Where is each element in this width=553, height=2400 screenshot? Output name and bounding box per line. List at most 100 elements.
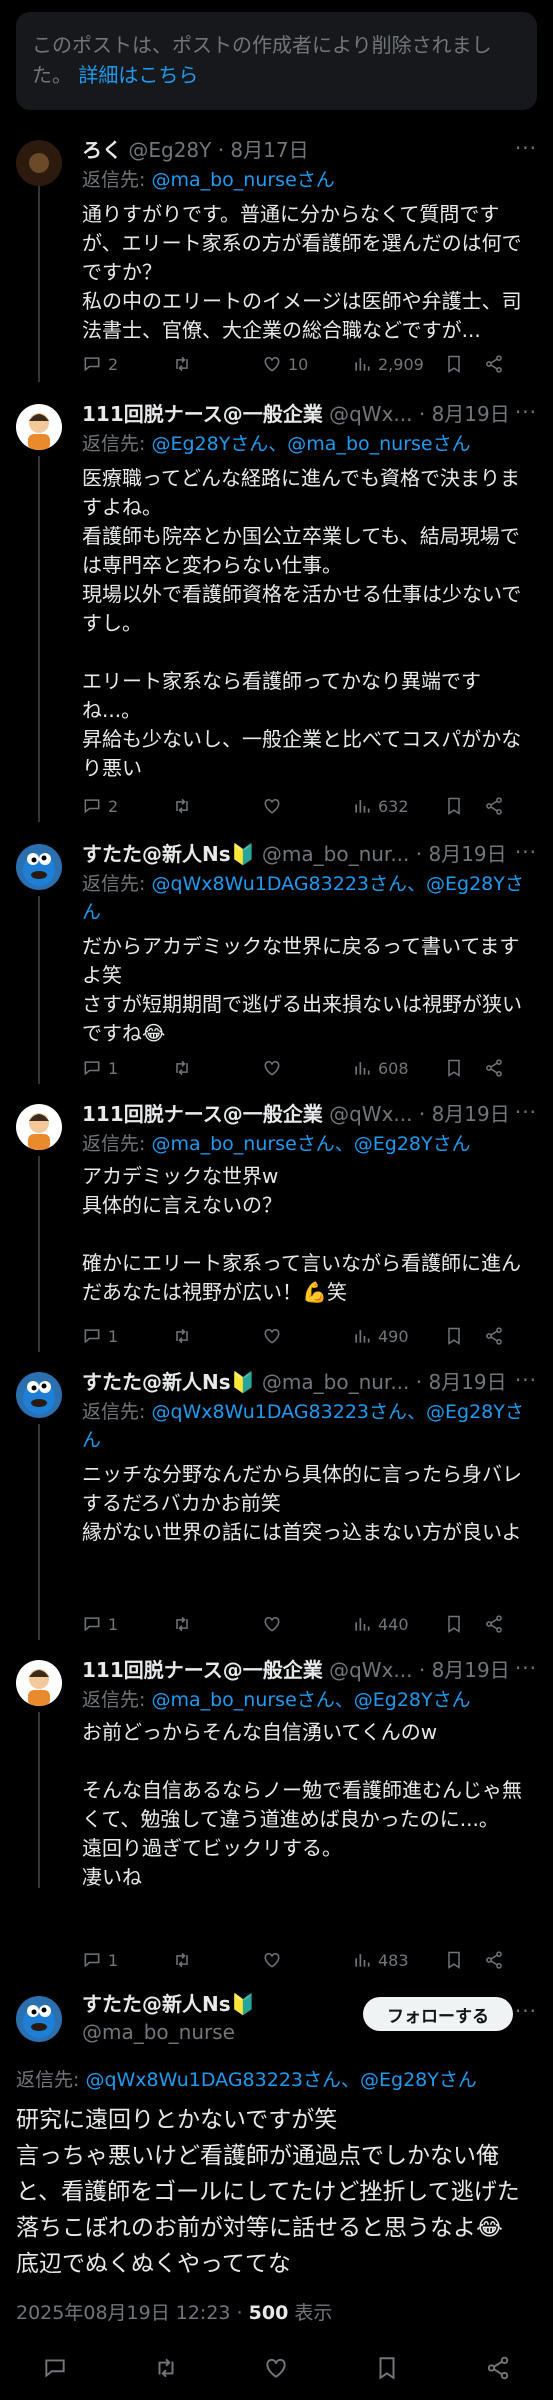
reply-button[interactable]: 1 — [82, 1058, 172, 1078]
share-button[interactable] — [484, 796, 504, 816]
reply-to: 返信先: @ma_bo_nurseさん、@Eg28Yさん — [82, 1686, 537, 1714]
date[interactable]: · 8月19日 — [419, 1102, 510, 1126]
retweet-button[interactable] — [172, 354, 262, 374]
display-name[interactable]: 111回脱ナース@一般企業 — [82, 1102, 323, 1126]
reply-button[interactable] — [42, 2355, 68, 2385]
handle[interactable]: @qWx... — [329, 1658, 412, 1682]
reply-count: 2 — [108, 796, 119, 816]
like-button[interactable] — [262, 1950, 352, 1970]
view-count: 490 — [378, 1326, 409, 1346]
reply-button[interactable]: 1 — [82, 1614, 172, 1634]
date[interactable]: · 8月19日 — [416, 842, 507, 866]
retweet-button[interactable] — [172, 1950, 262, 1970]
display-name[interactable]: すたた@新人Ns🔰 — [82, 1992, 256, 2016]
reply-button[interactable]: 1 — [82, 1326, 172, 1346]
share-button[interactable] — [484, 1950, 504, 1970]
like-button[interactable] — [262, 796, 352, 816]
reply-icon — [45, 2359, 65, 2378]
reply-prefix: 返信先: — [82, 1133, 152, 1155]
share-button[interactable] — [484, 1614, 504, 1634]
views-button[interactable]: 490 — [352, 1326, 444, 1346]
reply-to-link[interactable]: @ma_bo_nurseさん — [151, 169, 334, 191]
tweet-body: ニッチな分野なんだから具体的に言ったら身バレするだろバカかお前笑 縁がない世界の… — [82, 1462, 522, 1544]
bookmark-button[interactable] — [374, 2355, 400, 2385]
like-button[interactable] — [262, 1614, 352, 1634]
bookmark-button[interactable] — [444, 354, 484, 374]
bookmark-button[interactable] — [444, 1614, 484, 1634]
display-name[interactable]: ろく — [82, 138, 122, 162]
avatar[interactable] — [16, 1996, 62, 2042]
follow-button[interactable]: フォローする — [363, 1997, 513, 2031]
reply-button[interactable]: 2 — [82, 354, 172, 374]
heart-icon — [264, 798, 280, 814]
avatar[interactable] — [16, 1660, 62, 1706]
nurse-avatar-icon — [28, 1113, 50, 1150]
display-name[interactable]: すたた@新人Ns🔰 — [82, 1370, 256, 1394]
views-button[interactable]: 483 — [352, 1950, 444, 1970]
share-button[interactable] — [485, 2355, 511, 2385]
more-options-icon[interactable]: ··· — [515, 1656, 537, 1680]
share-button[interactable] — [484, 1326, 504, 1346]
retweet-button[interactable] — [172, 1058, 262, 1078]
retweet-button[interactable] — [153, 2355, 179, 2385]
date[interactable]: · 8月19日 — [419, 402, 510, 426]
retweet-icon — [176, 356, 188, 372]
more-options-icon[interactable]: ··· — [515, 1100, 537, 1124]
retweet-button[interactable] — [172, 1614, 262, 1634]
like-button[interactable] — [262, 1058, 352, 1078]
bookmark-button[interactable] — [444, 1326, 484, 1346]
share-button[interactable] — [484, 1058, 504, 1078]
share-button[interactable] — [484, 354, 504, 374]
views-button[interactable]: 2,909 — [352, 354, 444, 374]
avatar[interactable] — [16, 1104, 62, 1150]
views-button[interactable]: 632 — [352, 796, 444, 816]
bookmark-button[interactable] — [444, 1058, 484, 1078]
avatar[interactable] — [16, 404, 62, 450]
views-button[interactable]: 440 — [352, 1614, 444, 1634]
display-name[interactable]: 111回脱ナース@一般企業 — [82, 402, 323, 426]
reply-to-link[interactable]: @ma_bo_nurseさん、@Eg28Yさん — [151, 1689, 470, 1711]
handle[interactable]: @ma_bo_nur... — [262, 842, 409, 866]
date[interactable]: · 8月19日 — [416, 1370, 507, 1394]
reply-button[interactable]: 2 — [82, 796, 172, 816]
like-button[interactable]: 10 — [262, 354, 352, 374]
more-options-icon[interactable]: ··· — [515, 1368, 537, 1392]
like-button[interactable] — [262, 1326, 352, 1346]
handle[interactable]: @ma_bo_nurse — [82, 2020, 235, 2044]
handle[interactable]: @qWx... — [329, 1102, 412, 1126]
more-options-icon[interactable]: ··· — [515, 840, 537, 864]
avatar[interactable] — [16, 1372, 62, 1418]
more-options-icon[interactable]: ··· — [515, 1999, 537, 2023]
bookmark-button[interactable] — [444, 796, 484, 816]
date[interactable]: · 8月19日 — [419, 1658, 510, 1682]
avatar[interactable] — [16, 844, 62, 890]
display-name[interactable]: 111回脱ナース@一般企業 — [82, 1658, 323, 1682]
handle[interactable]: @ma_bo_nur... — [262, 1370, 409, 1394]
display-name[interactable]: すたた@新人Ns🔰 — [82, 842, 256, 866]
main-post-handle: @ma_bo_nurse — [82, 2018, 373, 2046]
handle[interactable]: @Eg28Y — [128, 138, 211, 162]
views-button[interactable]: 608 — [352, 1058, 444, 1078]
handle[interactable]: @qWx... — [329, 402, 412, 426]
reply-button[interactable]: 1 — [82, 1950, 172, 1970]
reply-to-link[interactable]: @qWx8Wu1DAG83223さん、@Eg28Yさん — [85, 2069, 476, 2091]
retweet-icon — [176, 1328, 188, 1344]
details-link[interactable]: 詳細はこちら — [78, 63, 198, 87]
reply-to-link[interactable]: @ma_bo_nurseさん、@Eg28Yさん — [151, 1133, 470, 1155]
reply-count: 2 — [108, 354, 119, 374]
reply-to: 返信先: @qWx8Wu1DAG83223さん、@Eg28Yさん — [82, 1398, 537, 1454]
share-icon — [486, 1059, 502, 1077]
bookmark-button[interactable] — [444, 1950, 484, 1970]
reply-to-link[interactable]: @Eg28Yさん、@ma_bo_nurseさん — [151, 433, 470, 455]
date[interactable]: · 8月17日 — [218, 138, 309, 162]
like-button[interactable] — [263, 2355, 289, 2385]
avatar[interactable] — [16, 140, 62, 186]
bookmark-icon — [379, 2357, 395, 2380]
more-options-icon[interactable]: ··· — [515, 136, 537, 160]
retweet-button[interactable] — [172, 796, 262, 816]
more-options-icon[interactable]: ··· — [515, 400, 537, 424]
reply-count: 1 — [108, 1950, 119, 1970]
retweet-button[interactable] — [172, 1326, 262, 1346]
post-timestamp[interactable]: 2025年08月19日 12:23 · — [16, 2302, 249, 2324]
reply-prefix: 返信先: — [82, 1689, 152, 1711]
